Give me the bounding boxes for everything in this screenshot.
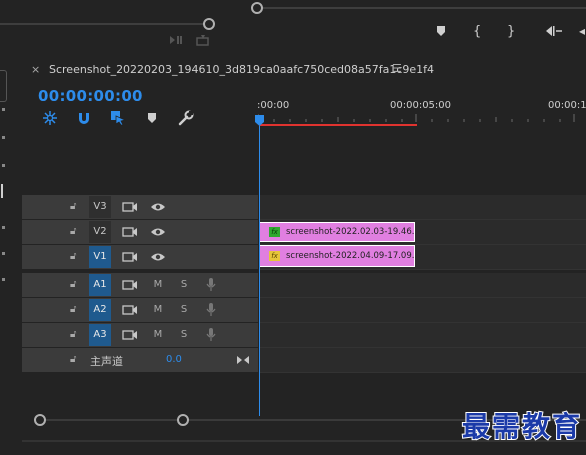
tools-panel: [0, 56, 18, 455]
lock-track-icon[interactable]: 🔓︎: [70, 201, 76, 212]
video-clip-v2[interactable]: fx screenshot-2022.02.03-19.46.: [259, 222, 415, 242]
source-scrub-track[interactable]: [0, 23, 204, 25]
program-monitor-panel: { } ◂: [237, 0, 586, 51]
lock-track-icon[interactable]: 🔓︎: [70, 251, 76, 262]
tool-selection-indicator[interactable]: [1, 184, 3, 198]
toggle-output-eye-icon[interactable]: [150, 226, 166, 238]
mute-button[interactable]: M: [151, 299, 165, 321]
track-target-v1[interactable]: V1: [89, 246, 111, 268]
track-target-a1[interactable]: A1: [89, 274, 111, 296]
solo-button[interactable]: S: [177, 299, 191, 321]
solo-button[interactable]: S: [177, 274, 191, 296]
sync-lock-icon[interactable]: [122, 329, 138, 341]
timeline-marker-icon[interactable]: [146, 112, 158, 124]
sync-lock-icon[interactable]: [122, 251, 138, 263]
linked-selection-icon[interactable]: [110, 110, 126, 126]
track-target-v3[interactable]: V3: [89, 196, 111, 218]
nest-sequence-icon[interactable]: [42, 110, 58, 126]
lock-track-icon[interactable]: 🔓︎: [70, 304, 76, 315]
audio-track-a1: 🔓︎ A1 M S: [22, 273, 586, 298]
step-back-icon[interactable]: ◂: [579, 24, 585, 38]
tool-dot-4[interactable]: [2, 226, 5, 229]
sync-lock-icon[interactable]: [122, 279, 138, 291]
master-track: 🔓︎ 主声道 0.0: [22, 348, 586, 373]
go-to-keyframe-icon[interactable]: [236, 355, 250, 365]
track-empty-area: [22, 132, 586, 192]
clip-name: screenshot-2022.04.09-17.09.3: [286, 251, 415, 261]
voice-over-mic-icon[interactable]: [206, 278, 216, 292]
sequence-tab-title[interactable]: Screenshot_20220203_194610_3d819ca0aafc7…: [49, 63, 434, 76]
timeline-panel: × Screenshot_20220203_194610_3d819ca0aaf…: [22, 56, 586, 455]
video-track-v3: 🔓︎ V3: [22, 195, 586, 220]
wrench-settings-icon[interactable]: [178, 110, 194, 126]
work-area-bar[interactable]: [259, 124, 417, 126]
go-to-in-icon[interactable]: [545, 25, 563, 37]
track-target-a2[interactable]: A2: [89, 299, 111, 321]
source-monitor-panel: [0, 0, 231, 51]
video-track-v2: 🔓︎ V2 fx screenshot-2022.02.03-19.46.: [22, 220, 586, 245]
ruler-label-0: :00:00: [257, 100, 290, 111]
export-frame-icon[interactable]: [168, 34, 184, 46]
panel-menu-icon[interactable]: ☰: [392, 62, 402, 75]
tool-dot-1[interactable]: [2, 108, 5, 111]
track-target-a3[interactable]: A3: [89, 324, 111, 346]
voice-over-mic-icon[interactable]: [206, 328, 216, 342]
playhead-line[interactable]: [259, 126, 260, 416]
audio-track-a2: 🔓︎ A2 M S: [22, 298, 586, 323]
program-scrub-track[interactable]: [259, 7, 586, 9]
master-volume-value[interactable]: 0.0: [166, 354, 182, 365]
solo-button[interactable]: S: [177, 324, 191, 346]
overwrite-icon[interactable]: [195, 34, 211, 46]
mute-button[interactable]: M: [151, 324, 165, 346]
zoom-handle-right[interactable]: [177, 414, 189, 426]
ruler-label-2: 00:00:10: [548, 100, 586, 111]
fx-badge: fx: [269, 250, 280, 261]
track-target-v2[interactable]: V2: [89, 221, 111, 243]
sync-lock-icon[interactable]: [122, 304, 138, 316]
audio-track-a3: 🔓︎ A3 M S: [22, 323, 586, 348]
tool-dot-3[interactable]: [2, 164, 5, 167]
source-scrub-handle[interactable]: [203, 18, 215, 30]
sync-lock-icon[interactable]: [122, 226, 138, 238]
mark-out-icon[interactable]: }: [507, 24, 515, 39]
master-track-label: 主声道: [90, 355, 123, 368]
playhead-timecode[interactable]: 00:00:00:00: [38, 87, 143, 105]
toggle-output-eye-icon[interactable]: [150, 201, 166, 213]
tool-dot-2[interactable]: [2, 136, 5, 139]
toggle-output-eye-icon[interactable]: [150, 251, 166, 263]
video-track-v1: 🔓︎ V1 fx screenshot-2022.04.09-17.09.3: [22, 245, 586, 270]
tool-dot-5[interactable]: [2, 252, 5, 255]
watermark-logo: 最需教育: [461, 409, 583, 444]
mute-button[interactable]: M: [151, 274, 165, 296]
video-clip-v1[interactable]: fx screenshot-2022.04.09-17.09.3: [259, 245, 415, 267]
mark-in-icon[interactable]: {: [473, 24, 481, 39]
zoom-handle-left[interactable]: [34, 414, 46, 426]
sync-lock-icon[interactable]: [122, 201, 138, 213]
clip-name: screenshot-2022.02.03-19.46.: [286, 227, 415, 237]
snap-magnet-icon[interactable]: [76, 110, 92, 126]
fx-badge: fx: [269, 226, 280, 237]
voice-over-mic-icon[interactable]: [206, 303, 216, 317]
tool-dot-6[interactable]: [2, 278, 5, 281]
lock-track-icon[interactable]: 🔓︎: [70, 329, 76, 340]
add-marker-icon[interactable]: [435, 25, 447, 37]
close-tab-icon[interactable]: ×: [31, 63, 40, 76]
lock-track-icon[interactable]: 🔓︎: [70, 226, 76, 237]
lock-track-icon[interactable]: 🔓︎: [70, 354, 76, 365]
ruler-label-1: 00:00:05:00: [390, 100, 452, 111]
lock-track-icon[interactable]: 🔓︎: [70, 279, 76, 290]
tools-frame: [0, 70, 7, 102]
program-scrub-handle[interactable]: [251, 2, 263, 14]
